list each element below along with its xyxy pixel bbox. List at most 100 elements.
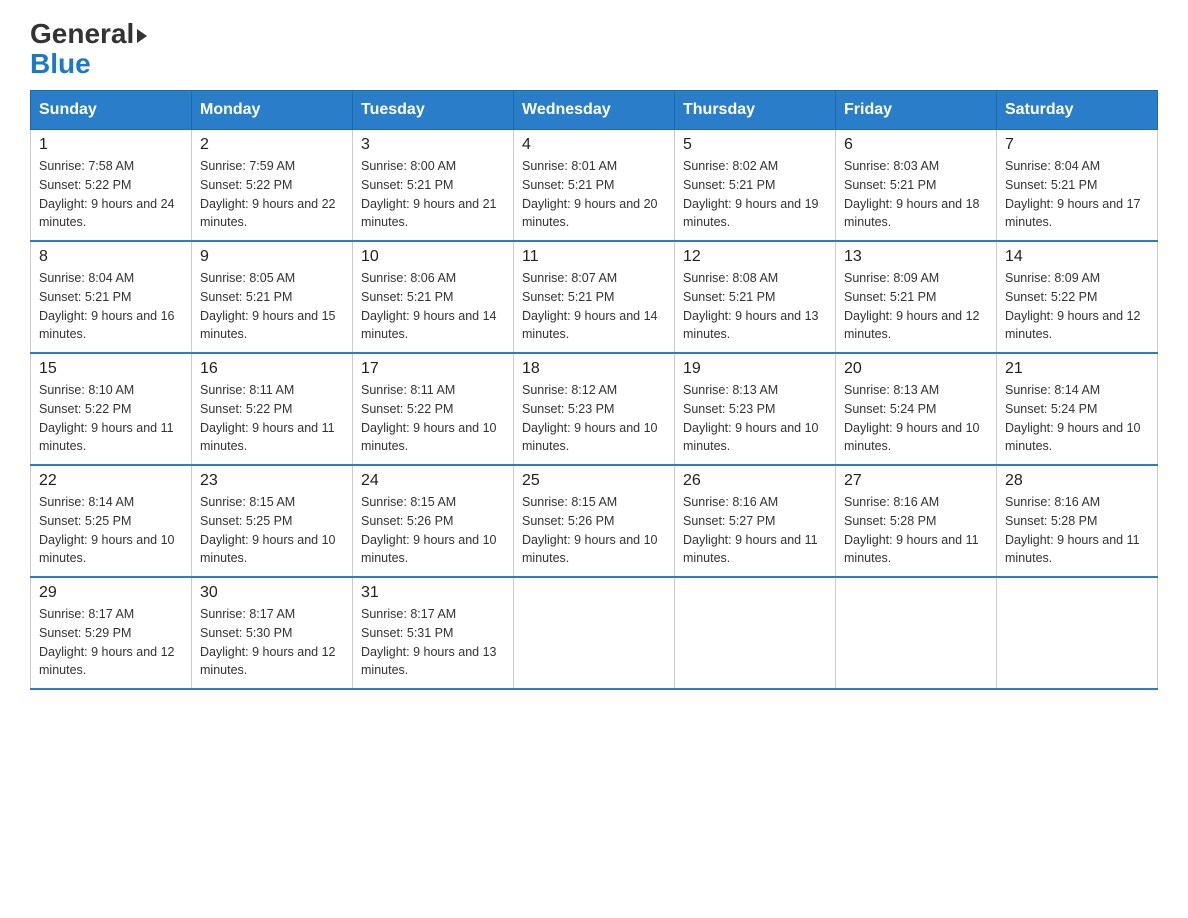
calendar-week-row: 1 Sunrise: 7:58 AMSunset: 5:22 PMDayligh…: [31, 130, 1158, 242]
day-number: 25: [522, 472, 666, 490]
day-info: Sunrise: 8:05 AMSunset: 5:21 PMDaylight:…: [200, 271, 336, 341]
calendar-cell: 22 Sunrise: 8:14 AMSunset: 5:25 PMDaylig…: [31, 465, 192, 577]
calendar-week-row: 22 Sunrise: 8:14 AMSunset: 5:25 PMDaylig…: [31, 465, 1158, 577]
day-info: Sunrise: 8:11 AMSunset: 5:22 PMDaylight:…: [361, 383, 497, 453]
calendar-week-row: 15 Sunrise: 8:10 AMSunset: 5:22 PMDaylig…: [31, 353, 1158, 465]
day-info: Sunrise: 8:16 AMSunset: 5:27 PMDaylight:…: [683, 495, 818, 565]
logo-blue-text: Blue: [30, 48, 91, 80]
day-info: Sunrise: 8:07 AMSunset: 5:21 PMDaylight:…: [522, 271, 658, 341]
day-info: Sunrise: 7:59 AMSunset: 5:22 PMDaylight:…: [200, 159, 336, 229]
calendar-cell: 31 Sunrise: 8:17 AMSunset: 5:31 PMDaylig…: [353, 577, 514, 689]
day-number: 19: [683, 360, 827, 378]
calendar-cell: 30 Sunrise: 8:17 AMSunset: 5:30 PMDaylig…: [192, 577, 353, 689]
weekday-header-wednesday: Wednesday: [514, 91, 675, 130]
day-info: Sunrise: 7:58 AMSunset: 5:22 PMDaylight:…: [39, 159, 175, 229]
day-info: Sunrise: 8:06 AMSunset: 5:21 PMDaylight:…: [361, 271, 497, 341]
day-number: 14: [1005, 248, 1149, 266]
day-info: Sunrise: 8:11 AMSunset: 5:22 PMDaylight:…: [200, 383, 335, 453]
day-number: 8: [39, 248, 183, 266]
day-info: Sunrise: 8:14 AMSunset: 5:25 PMDaylight:…: [39, 495, 175, 565]
calendar-cell: 11 Sunrise: 8:07 AMSunset: 5:21 PMDaylig…: [514, 241, 675, 353]
calendar-week-row: 8 Sunrise: 8:04 AMSunset: 5:21 PMDayligh…: [31, 241, 1158, 353]
day-number: 7: [1005, 136, 1149, 154]
day-number: 24: [361, 472, 505, 490]
calendar-cell: [836, 577, 997, 689]
calendar-cell: [514, 577, 675, 689]
day-info: Sunrise: 8:12 AMSunset: 5:23 PMDaylight:…: [522, 383, 658, 453]
day-number: 10: [361, 248, 505, 266]
day-number: 22: [39, 472, 183, 490]
calendar-cell: [675, 577, 836, 689]
day-info: Sunrise: 8:03 AMSunset: 5:21 PMDaylight:…: [844, 159, 980, 229]
calendar-cell: 12 Sunrise: 8:08 AMSunset: 5:21 PMDaylig…: [675, 241, 836, 353]
day-number: 11: [522, 248, 666, 266]
day-info: Sunrise: 8:09 AMSunset: 5:22 PMDaylight:…: [1005, 271, 1141, 341]
weekday-header-tuesday: Tuesday: [353, 91, 514, 130]
calendar-week-row: 29 Sunrise: 8:17 AMSunset: 5:29 PMDaylig…: [31, 577, 1158, 689]
calendar-cell: 15 Sunrise: 8:10 AMSunset: 5:22 PMDaylig…: [31, 353, 192, 465]
calendar-cell: 1 Sunrise: 7:58 AMSunset: 5:22 PMDayligh…: [31, 130, 192, 242]
day-info: Sunrise: 8:15 AMSunset: 5:26 PMDaylight:…: [522, 495, 658, 565]
day-info: Sunrise: 8:02 AMSunset: 5:21 PMDaylight:…: [683, 159, 819, 229]
day-number: 23: [200, 472, 344, 490]
logo: General Blue: [30, 20, 147, 80]
calendar-cell: 17 Sunrise: 8:11 AMSunset: 5:22 PMDaylig…: [353, 353, 514, 465]
day-number: 29: [39, 584, 183, 602]
day-info: Sunrise: 8:17 AMSunset: 5:30 PMDaylight:…: [200, 607, 336, 677]
day-number: 4: [522, 136, 666, 154]
day-info: Sunrise: 8:04 AMSunset: 5:21 PMDaylight:…: [1005, 159, 1141, 229]
day-number: 6: [844, 136, 988, 154]
weekday-header-sunday: Sunday: [31, 91, 192, 130]
day-number: 9: [200, 248, 344, 266]
weekday-header-saturday: Saturday: [997, 91, 1158, 130]
day-number: 17: [361, 360, 505, 378]
day-info: Sunrise: 8:09 AMSunset: 5:21 PMDaylight:…: [844, 271, 980, 341]
day-info: Sunrise: 8:17 AMSunset: 5:31 PMDaylight:…: [361, 607, 497, 677]
day-number: 21: [1005, 360, 1149, 378]
page-header: General Blue: [30, 20, 1158, 80]
day-info: Sunrise: 8:16 AMSunset: 5:28 PMDaylight:…: [1005, 495, 1140, 565]
weekday-header-monday: Monday: [192, 91, 353, 130]
calendar-cell: 10 Sunrise: 8:06 AMSunset: 5:21 PMDaylig…: [353, 241, 514, 353]
calendar-cell: 7 Sunrise: 8:04 AMSunset: 5:21 PMDayligh…: [997, 130, 1158, 242]
calendar-cell: 27 Sunrise: 8:16 AMSunset: 5:28 PMDaylig…: [836, 465, 997, 577]
calendar-cell: 3 Sunrise: 8:00 AMSunset: 5:21 PMDayligh…: [353, 130, 514, 242]
calendar-cell: 18 Sunrise: 8:12 AMSunset: 5:23 PMDaylig…: [514, 353, 675, 465]
calendar-cell: 8 Sunrise: 8:04 AMSunset: 5:21 PMDayligh…: [31, 241, 192, 353]
weekday-header-thursday: Thursday: [675, 91, 836, 130]
day-number: 12: [683, 248, 827, 266]
day-info: Sunrise: 8:08 AMSunset: 5:21 PMDaylight:…: [683, 271, 819, 341]
day-number: 1: [39, 136, 183, 154]
day-info: Sunrise: 8:17 AMSunset: 5:29 PMDaylight:…: [39, 607, 175, 677]
calendar-cell: 14 Sunrise: 8:09 AMSunset: 5:22 PMDaylig…: [997, 241, 1158, 353]
day-number: 20: [844, 360, 988, 378]
day-number: 3: [361, 136, 505, 154]
day-info: Sunrise: 8:16 AMSunset: 5:28 PMDaylight:…: [844, 495, 979, 565]
calendar-table: SundayMondayTuesdayWednesdayThursdayFrid…: [30, 90, 1158, 690]
calendar-cell: 20 Sunrise: 8:13 AMSunset: 5:24 PMDaylig…: [836, 353, 997, 465]
day-number: 13: [844, 248, 988, 266]
day-number: 16: [200, 360, 344, 378]
day-info: Sunrise: 8:04 AMSunset: 5:21 PMDaylight:…: [39, 271, 175, 341]
day-number: 31: [361, 584, 505, 602]
calendar-cell: 25 Sunrise: 8:15 AMSunset: 5:26 PMDaylig…: [514, 465, 675, 577]
day-info: Sunrise: 8:10 AMSunset: 5:22 PMDaylight:…: [39, 383, 174, 453]
calendar-cell: 23 Sunrise: 8:15 AMSunset: 5:25 PMDaylig…: [192, 465, 353, 577]
calendar-cell: 24 Sunrise: 8:15 AMSunset: 5:26 PMDaylig…: [353, 465, 514, 577]
day-number: 26: [683, 472, 827, 490]
day-info: Sunrise: 8:14 AMSunset: 5:24 PMDaylight:…: [1005, 383, 1141, 453]
day-number: 2: [200, 136, 344, 154]
weekday-header-row: SundayMondayTuesdayWednesdayThursdayFrid…: [31, 91, 1158, 130]
calendar-cell: 13 Sunrise: 8:09 AMSunset: 5:21 PMDaylig…: [836, 241, 997, 353]
day-info: Sunrise: 8:15 AMSunset: 5:25 PMDaylight:…: [200, 495, 336, 565]
day-number: 27: [844, 472, 988, 490]
calendar-cell: 9 Sunrise: 8:05 AMSunset: 5:21 PMDayligh…: [192, 241, 353, 353]
calendar-cell: 2 Sunrise: 7:59 AMSunset: 5:22 PMDayligh…: [192, 130, 353, 242]
day-info: Sunrise: 8:00 AMSunset: 5:21 PMDaylight:…: [361, 159, 497, 229]
weekday-header-friday: Friday: [836, 91, 997, 130]
day-number: 30: [200, 584, 344, 602]
calendar-cell: [997, 577, 1158, 689]
day-number: 5: [683, 136, 827, 154]
calendar-cell: 5 Sunrise: 8:02 AMSunset: 5:21 PMDayligh…: [675, 130, 836, 242]
calendar-cell: 26 Sunrise: 8:16 AMSunset: 5:27 PMDaylig…: [675, 465, 836, 577]
